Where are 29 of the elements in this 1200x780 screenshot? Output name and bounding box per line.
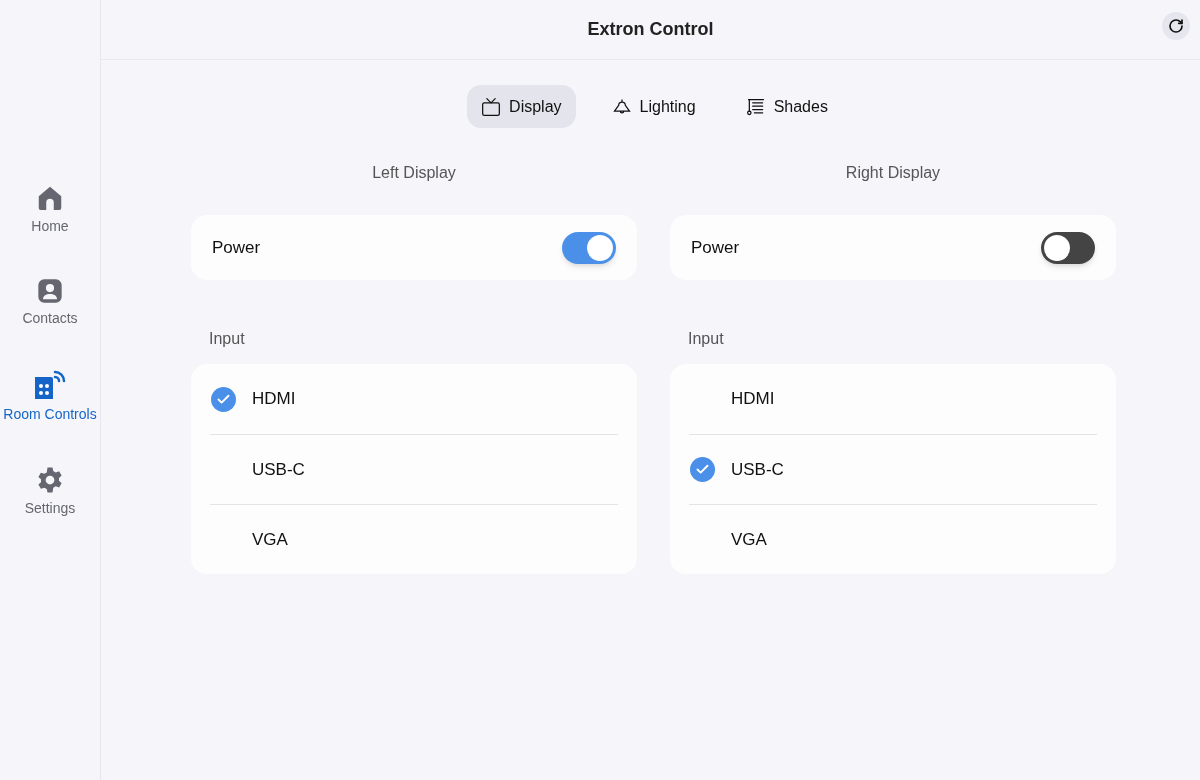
blinds-icon — [745, 96, 766, 117]
power-label: Power — [212, 236, 261, 259]
input-option[interactable]: VGA — [689, 504, 1097, 574]
power-switch[interactable] — [562, 231, 616, 264]
refresh-icon — [1168, 18, 1184, 34]
input-option[interactable]: USB-C — [689, 434, 1097, 504]
input-label: Input — [209, 329, 246, 349]
check-icon — [210, 386, 236, 412]
input-option[interactable]: HDMI — [689, 364, 1097, 434]
sidebar-item[interactable]: Room Controls — [3, 369, 97, 425]
sidebar-item[interactable]: Settings — [24, 465, 76, 519]
power-switch[interactable] — [1041, 231, 1095, 264]
input-option[interactable]: HDMI — [210, 364, 618, 434]
room-remote-icon — [33, 369, 67, 401]
display-title: Left Display — [371, 163, 457, 183]
power-label: Power — [691, 236, 740, 259]
tab[interactable]: Display — [467, 85, 576, 128]
check-icon — [689, 457, 715, 482]
input-option[interactable]: USB-C — [210, 434, 618, 504]
refresh-button[interactable] — [1162, 12, 1190, 40]
window-title: Extron Control — [587, 18, 714, 41]
tv-icon — [481, 96, 502, 117]
display-title: Right Display — [844, 163, 942, 183]
input-option[interactable]: VGA — [210, 504, 618, 574]
sidebar-item[interactable]: Home — [31, 183, 69, 237]
input-label: Input — [688, 329, 725, 349]
contact-card-icon — [36, 277, 64, 305]
sidebar-item[interactable]: Contacts — [22, 277, 78, 329]
gear-icon — [35, 465, 65, 495]
